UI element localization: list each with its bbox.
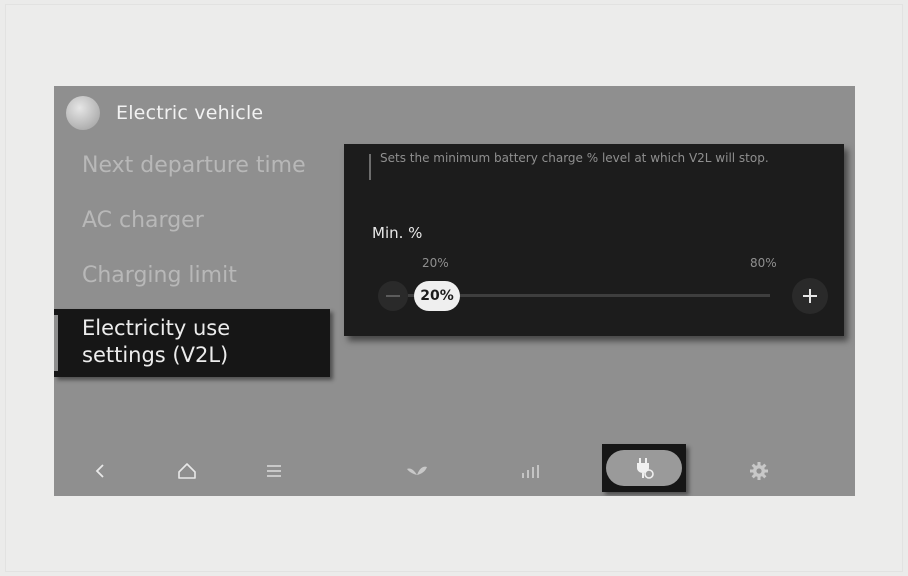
leaf-eco-icon	[407, 466, 427, 475]
menu-item-next-departure-time[interactable]: Next departure time	[82, 153, 306, 178]
menu-button[interactable]	[249, 446, 299, 496]
panel-description: Sets the minimum battery charge % level …	[380, 151, 769, 165]
active-nav-pill	[606, 450, 682, 486]
slider-max-label: 80%	[750, 256, 777, 270]
menu-item-electricity-use-settings[interactable]: Electricity use settings (V2L)	[54, 309, 330, 377]
bottom-navigation-bar	[54, 444, 855, 496]
energy-bars-icon	[522, 465, 539, 478]
back-chevron-icon	[95, 464, 104, 478]
eco-button[interactable]	[392, 446, 442, 496]
slider-track[interactable]	[408, 294, 770, 297]
menu-item-charging-limit[interactable]: Charging limit	[82, 263, 237, 288]
back-button[interactable]	[75, 446, 125, 496]
slider-thumb[interactable]: 20%	[414, 281, 460, 311]
menu-lines-icon	[267, 465, 281, 477]
vehicle-avatar-icon	[66, 96, 100, 130]
menu-item-label: Electricity use settings (V2L)	[82, 316, 231, 367]
v2l-settings-panel: Sets the minimum battery charge % level …	[344, 144, 844, 336]
menu-item-ac-charger[interactable]: AC charger	[82, 208, 204, 233]
decrease-button[interactable]	[378, 281, 408, 311]
energy-info-button[interactable]	[505, 446, 555, 496]
min-percent-label: Min. %	[372, 224, 423, 242]
description-divider	[369, 154, 371, 180]
plus-icon	[803, 289, 817, 303]
slider-min-label: 20%	[422, 256, 449, 270]
ev-plug-icon	[637, 458, 654, 479]
active-indicator	[54, 315, 58, 371]
home-icon	[178, 463, 196, 479]
home-button[interactable]	[162, 446, 212, 496]
minus-icon	[386, 295, 400, 297]
ev-charging-button[interactable]	[602, 444, 686, 492]
infotainment-screen: Electric vehicle Next departure time AC …	[54, 86, 855, 496]
page-title: Electric vehicle	[116, 102, 264, 124]
gear-icon	[750, 462, 768, 480]
header: Electric vehicle	[66, 96, 263, 130]
settings-button[interactable]	[734, 446, 784, 496]
increase-button[interactable]	[792, 278, 828, 314]
